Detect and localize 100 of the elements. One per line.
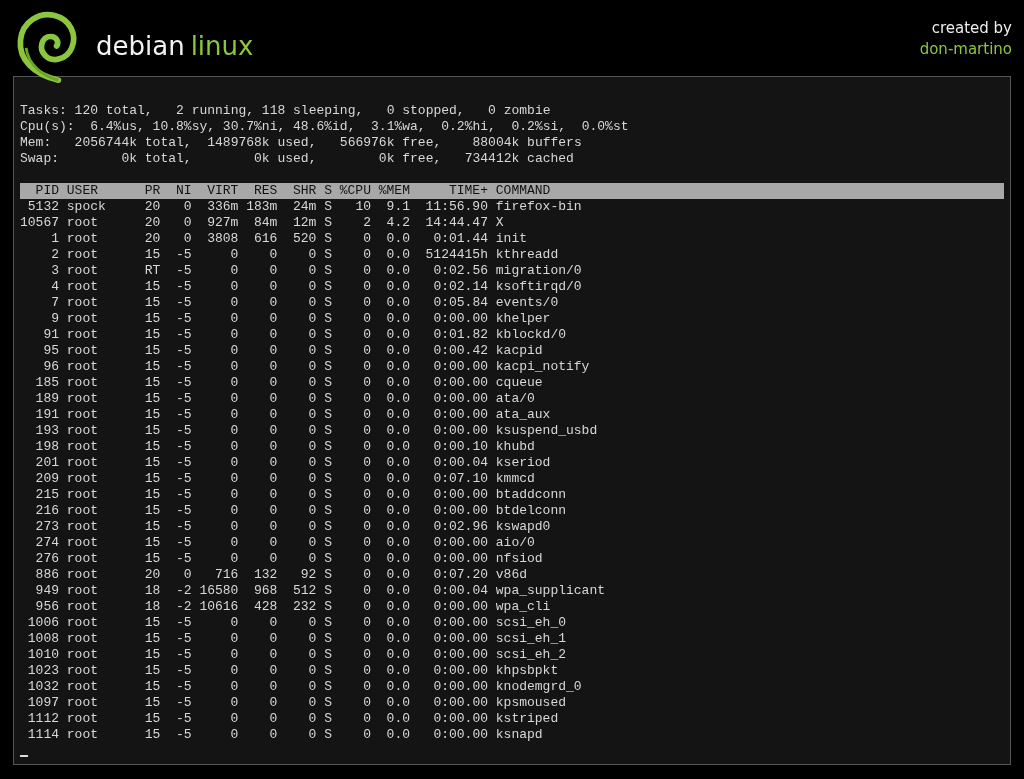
table-cell-text: 0 [362, 359, 371, 375]
table-cell-text: 0.0 [385, 663, 410, 679]
table-cell-text: 0 [362, 679, 371, 695]
table-cell-text: 5124415h [424, 247, 488, 263]
table-cell-text: -5 [175, 359, 192, 375]
table-cell-text: nfsiod [495, 551, 544, 567]
table-cell-text: 15 [143, 503, 161, 519]
table-cell-text: 0 [268, 311, 278, 327]
table-cell-text: 0 [268, 439, 278, 455]
table-cell-text: 0 [229, 263, 239, 279]
table-cell-text: 0:00.00 [432, 407, 488, 423]
table-cell-text: ksuspend_usbd [495, 423, 599, 439]
table-cell-text: 0 [229, 311, 239, 327]
table-cell-text: root [66, 439, 99, 455]
table-cell-text: 1114 [26, 727, 59, 743]
table-cell-text: -5 [175, 535, 192, 551]
table-cell-text: -5 [175, 551, 192, 567]
table-cell-text: RT [143, 263, 161, 279]
table-cell-text: root [66, 215, 99, 231]
table-cell-text: -5 [175, 519, 192, 535]
table-cell-text: 16580 [198, 583, 239, 599]
table-cell-text: 20 [143, 215, 161, 231]
table-cell-text: root [66, 535, 99, 551]
table-cell-text: 14:44.47 [424, 215, 488, 231]
table-cell-text: 0 [307, 711, 317, 727]
table-cell-text: 0 [307, 391, 317, 407]
table-cell-text: 215 [34, 487, 59, 503]
table-cell-text: btaddconn [495, 487, 567, 503]
table-cell-text: 15 [143, 359, 161, 375]
table-cell-text: 5132 [26, 199, 59, 215]
table-cell-text: 20 [143, 567, 161, 583]
table-cell-text: 0 [362, 327, 371, 343]
table-cell-text: 0 [362, 311, 371, 327]
table-cell-text: S [323, 503, 332, 519]
table-cell-text: root [66, 551, 99, 567]
table-cell-text: 1097 [26, 695, 59, 711]
table-cell-text: S [323, 663, 332, 679]
table-cell-text: 0 [362, 663, 371, 679]
table-cell-text: 0.0 [385, 679, 410, 695]
column-header: PR [143, 183, 161, 199]
table-cell-text: 0.0 [385, 263, 410, 279]
table-cell-text: root [66, 727, 99, 743]
table-cell-text: kacpi_notify [495, 359, 591, 375]
table-cell-text: root [66, 647, 99, 663]
table-cell-text: S [323, 695, 332, 711]
table-cell-text: ksoftirqd/0 [495, 279, 583, 295]
table-cell-text: 15 [143, 615, 161, 631]
table-cell-text: 0 [268, 263, 278, 279]
table-cell-text: 0:00.04 [432, 455, 488, 471]
table-cell-text: 0 [229, 407, 239, 423]
table-cell-text: 0:00.00 [432, 647, 488, 663]
table-cell-text: 185 [34, 375, 59, 391]
table-cell-text: 0:00.00 [432, 727, 488, 743]
table-cell-text: 616 [253, 231, 278, 247]
table-cell-text: S [323, 519, 332, 535]
table-cell-text: 12m [292, 215, 317, 231]
table-cell-text: 0:00.00 [432, 615, 488, 631]
table-cell-text: 0:00.00 [432, 487, 488, 503]
table-cell-text: knodemgrd_0 [495, 679, 583, 695]
table-cell-text: 189 [34, 391, 59, 407]
table-cell-text: 193 [34, 423, 59, 439]
table-cell-text: 96 [42, 359, 59, 375]
table-cell-text: 0 [307, 263, 317, 279]
table-cell-text: 0:00.00 [432, 503, 488, 519]
table-cell-text: root [66, 679, 99, 695]
table-cell-text: root [66, 327, 99, 343]
table-cell-text: root [66, 359, 99, 375]
table-cell-text: btdelconn [495, 503, 567, 519]
table-cell-text: kseriod [495, 455, 552, 471]
table-cell-text: 9.1 [385, 199, 410, 215]
table-cell-text: 0 [268, 407, 278, 423]
table-cell-text: migration/0 [495, 263, 583, 279]
table-cell-text: root [66, 631, 99, 647]
table-cell-text: 0.0 [385, 631, 410, 647]
table-cell-text: 0 [307, 327, 317, 343]
table-cell-text: 0 [229, 279, 239, 295]
table-cell-text: 0 [268, 295, 278, 311]
table-cell-text: 0 [362, 263, 371, 279]
table-cell-text: 0.0 [385, 343, 410, 359]
column-header: TIME+ [447, 183, 488, 199]
table-cell-text: 0 [307, 679, 317, 695]
table-cell-text: 0.0 [385, 391, 410, 407]
table-cell-text: 1006 [26, 615, 59, 631]
table-cell-text: kmmcd [495, 471, 536, 487]
table-cell-text: 0:00.00 [432, 311, 488, 327]
table-cell-text: root [66, 295, 99, 311]
table-cell-text: 0 [268, 423, 278, 439]
table-cell-text: -5 [175, 727, 192, 743]
table-cell-text: 0.0 [385, 231, 410, 247]
table-cell-text: 0 [362, 487, 371, 503]
column-header: VIRT [206, 183, 239, 199]
table-cell-text: 198 [34, 439, 59, 455]
table-cell-text: -5 [175, 679, 192, 695]
table-cell-text: 15 [143, 711, 161, 727]
table-cell-text: khelper [495, 311, 552, 327]
table-cell-text: -5 [175, 663, 192, 679]
table-cell-text: 0:00.00 [432, 679, 488, 695]
table-cell-text: 232 [292, 599, 317, 615]
table-cell-text: 0.0 [385, 519, 410, 535]
table-cell-text: -5 [175, 247, 192, 263]
